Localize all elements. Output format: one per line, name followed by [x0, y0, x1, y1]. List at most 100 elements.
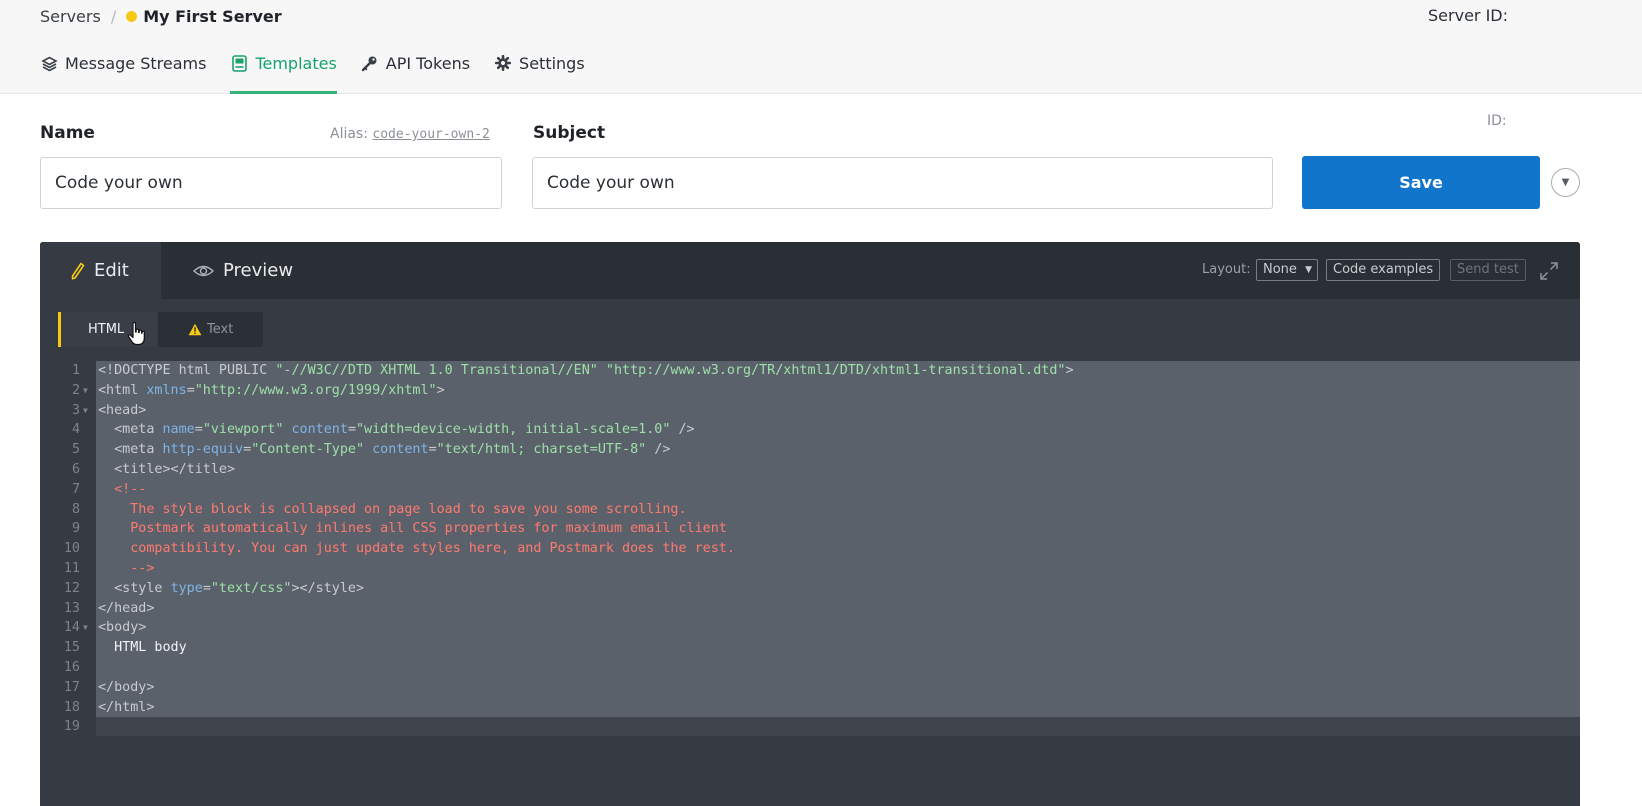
code-text: <title></title> [98, 460, 235, 480]
fold-toggle-icon[interactable]: ▼ [83, 618, 88, 638]
editor-toolbar: Edit Preview Layout: None ▼ Code example… [40, 242, 1580, 299]
code-text: --> [98, 559, 154, 579]
key-icon [361, 54, 379, 72]
tab-templates[interactable]: Templates [230, 52, 337, 94]
line-number: 1 [71, 363, 80, 378]
tab-api-tokens[interactable]: API Tokens [361, 52, 470, 94]
code-line[interactable]: 1 <!DOCTYPE html PUBLIC "-//W3C//DTD XHTM… [40, 361, 1580, 381]
code-token: Postmark automatically inlines all CSS p… [98, 521, 727, 537]
eye-icon [193, 264, 214, 278]
layout-select[interactable]: None ▼ [1256, 259, 1318, 281]
fold-toggle-icon[interactable]: ▼ [83, 401, 88, 421]
code-token: <title></title> [98, 462, 236, 477]
code-text: <body> [98, 618, 146, 638]
alias-info: Alias: code-your-own-2 [330, 126, 490, 142]
code-token: type [170, 580, 203, 596]
code-token: compatibility. You can just update style… [98, 541, 735, 557]
code-token: = [194, 422, 203, 438]
template-editor: Edit Preview Layout: None ▼ Code example… [40, 242, 1580, 806]
mouse-pointer-icon [126, 321, 148, 347]
code-line[interactable]: 2 ▼ <html xmlns="http://www.w3.org/1999/xh… [40, 381, 1580, 401]
code-examples-button[interactable]: Code examples [1326, 259, 1441, 281]
code-token: = [202, 580, 211, 596]
code-line[interactable]: 19 [40, 717, 1580, 737]
code-text: The style block is collapsed on page loa… [98, 500, 687, 520]
line-number: 5 [71, 442, 80, 458]
chevron-down-icon: ▼ [1561, 177, 1570, 188]
line-number: 10 [63, 541, 80, 557]
tab-message-streams[interactable]: Message Streams [40, 52, 206, 94]
tab-edit[interactable]: Edit [40, 242, 161, 299]
line-number: 7 [71, 481, 80, 497]
code-token: --> [98, 561, 155, 576]
code-line[interactable]: 6 <title></title> [40, 460, 1580, 480]
code-token: <head> [98, 402, 147, 418]
code-text: <style type="text/css"></style> [98, 579, 364, 599]
save-button[interactable]: Save [1302, 156, 1540, 209]
code-line[interactable]: 18 </html> [40, 698, 1580, 718]
code-token: </head> [98, 600, 155, 616]
code-line[interactable]: 17 </body> [40, 678, 1580, 698]
code-line[interactable]: 7 <!-- [40, 480, 1580, 500]
layout-select-value: None [1263, 262, 1297, 277]
expand-icon[interactable] [1538, 260, 1560, 282]
code-text: <html xmlns="http://www.w3.org/1999/xhtm… [98, 381, 445, 401]
code-line[interactable]: 13 </head> [40, 599, 1580, 619]
line-number: 14 [63, 620, 80, 636]
code-token: </body> [98, 679, 155, 695]
more-options-button[interactable]: ▼ [1551, 168, 1580, 197]
code-line[interactable]: 16 [40, 658, 1580, 678]
code-line[interactable]: 5 <meta http-equiv="Content-Type" conten… [40, 440, 1580, 460]
code-token: "-//W3C//DTD XHTML 1.0 Transitional//EN" [275, 363, 598, 378]
line-number: 2 [71, 382, 80, 398]
code-line[interactable]: 9 Postmark automatically inlines all CSS… [40, 519, 1580, 539]
send-test-button[interactable]: Send test [1450, 259, 1526, 281]
subject-input[interactable] [532, 157, 1273, 209]
code-line[interactable]: 11 --> [40, 559, 1580, 579]
code-line[interactable]: 12 <style type="text/css"></style> [40, 579, 1580, 599]
tab-label: Settings [519, 54, 585, 73]
top-header: Servers / My First Server Server ID: Mes… [0, 0, 1642, 94]
code-text: <meta name="viewport" content="width=dev… [98, 420, 695, 440]
code-token: The style block is collapsed on page loa… [98, 501, 687, 517]
code-token: <style [98, 580, 171, 596]
tab-settings[interactable]: Settings [494, 52, 585, 94]
name-input[interactable] [40, 157, 502, 209]
code-token: /> [670, 422, 695, 438]
tab-label: Message Streams [65, 54, 207, 73]
alias-link[interactable]: code-your-own-2 [372, 127, 489, 142]
fold-toggle-icon[interactable]: ▼ [83, 381, 88, 401]
server-id-label: Server ID: [1428, 6, 1508, 25]
breadcrumb-servers-link[interactable]: Servers [40, 7, 101, 26]
code-token: HTML body [98, 640, 187, 656]
line-number: 19 [63, 719, 80, 735]
code-line[interactable]: 14 ▼ <body> [40, 618, 1580, 638]
line-number: 15 [63, 640, 80, 656]
name-label: Name [40, 123, 95, 143]
code-token: /> [646, 442, 671, 458]
breadcrumb: Servers / My First Server [40, 4, 282, 28]
code-token: xmlns [146, 382, 187, 398]
code-line[interactable]: 4 <meta name="viewport" content="width=d… [40, 420, 1580, 440]
code-token: <!DOCTYPE html PUBLIC [98, 363, 276, 378]
code-token: <!-- [98, 481, 147, 497]
warning-icon [188, 323, 202, 336]
code-token: <meta [98, 442, 163, 458]
code-token: = [243, 442, 252, 458]
code-editor[interactable]: 1 <!DOCTYPE html PUBLIC "-//W3C//DTD XHTM… [40, 361, 1580, 736]
tab-preview[interactable]: Preview [193, 242, 293, 299]
nav-tabs: Message Streams Templates API Tokens Set… [40, 52, 609, 94]
line-number: 12 [63, 580, 80, 596]
server-name[interactable]: My First Server [143, 7, 281, 26]
code-line[interactable]: 8 The style block is collapsed on page l… [40, 500, 1580, 520]
code-line[interactable]: 3 ▼ <head> [40, 401, 1580, 421]
subject-label: Subject [533, 123, 606, 143]
subtab-text[interactable]: Text [188, 312, 233, 347]
code-line[interactable]: 15 HTML body [40, 638, 1580, 658]
code-line[interactable]: 10 compatibility. You can just update st… [40, 539, 1580, 559]
tab-edit-label: Edit [94, 260, 129, 281]
template-id-label: ID: [1487, 113, 1507, 129]
code-token: > [436, 382, 445, 398]
